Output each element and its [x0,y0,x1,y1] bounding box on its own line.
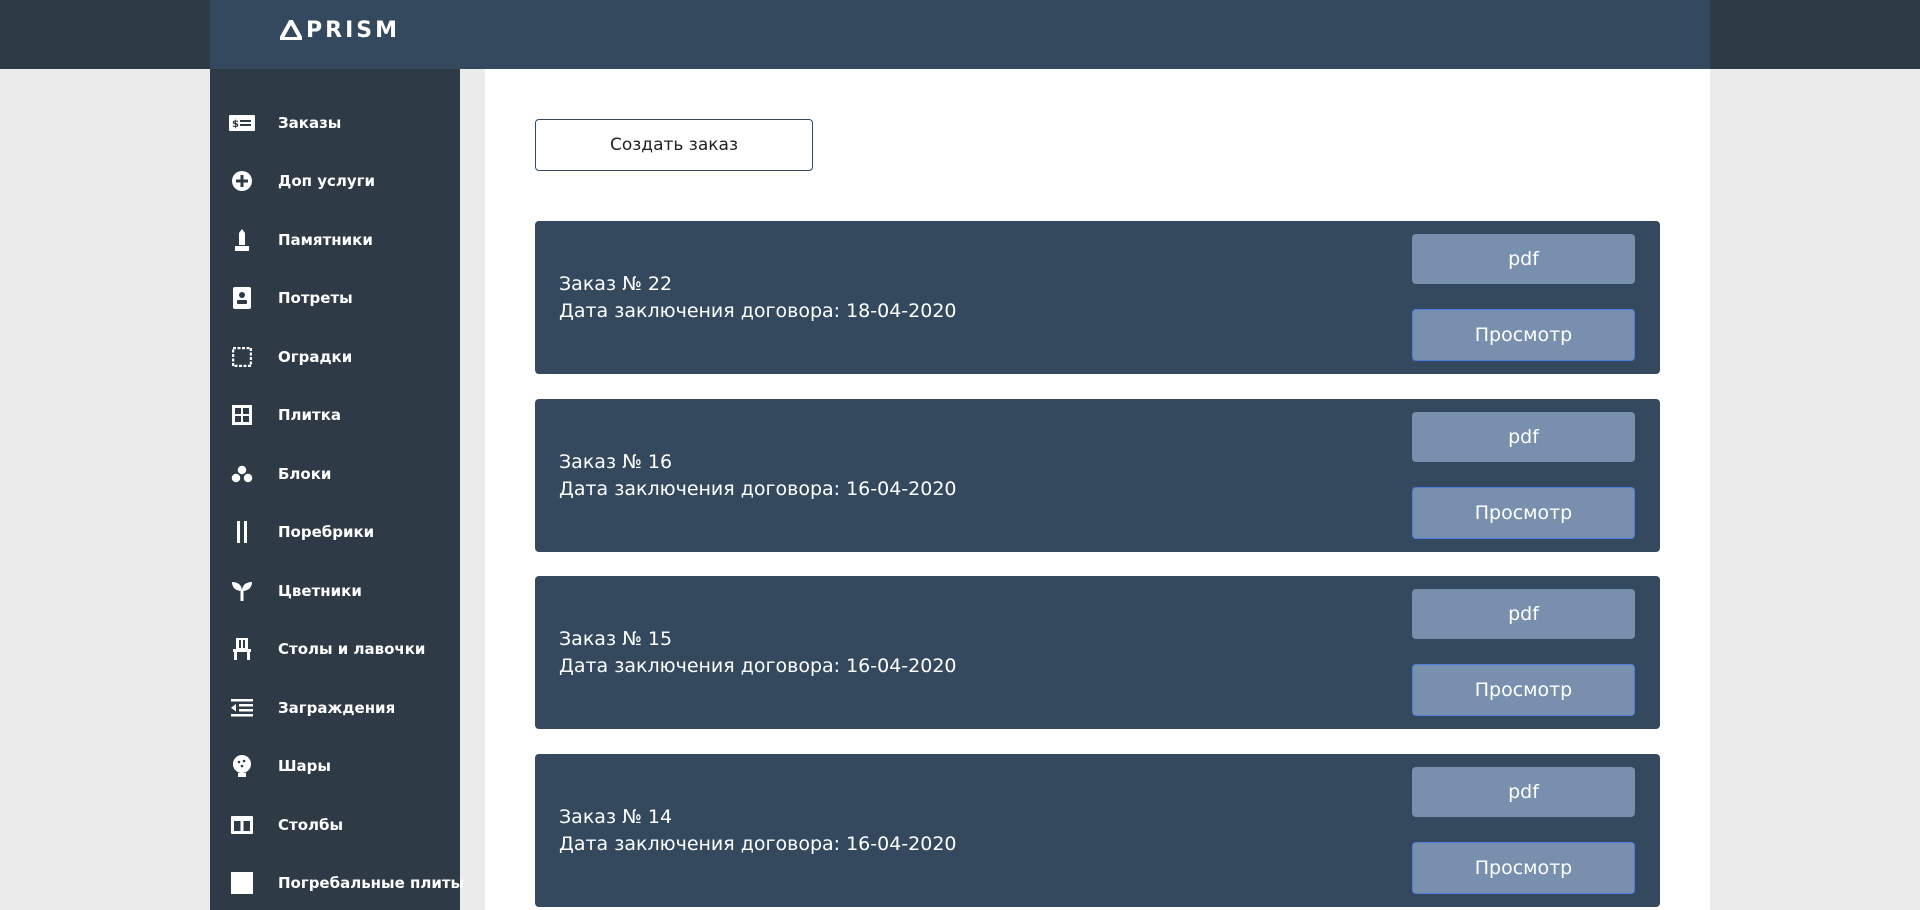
pdf-button[interactable]: pdf [1412,412,1635,462]
sidebar-item-extra-services[interactable]: Доп услуги [210,161,460,201]
order-number: Заказ № 22 [559,273,673,295]
order-card: Заказ № 14 Дата заключения договора: 16-… [535,754,1660,907]
sidebar-item-burial-slabs[interactable]: Погребальные плиты [210,863,464,903]
sidebar: $ Заказы Доп услуги Памятники Потреты Ог… [210,69,464,910]
sidebar-item-balls[interactable]: Шары [210,746,460,786]
order-card: Заказ № 22 Дата заключения договора: 18-… [535,221,1660,374]
order-number: Заказ № 15 [559,628,673,650]
sidebar-item-label: Цветники [278,582,362,600]
logo[interactable]: PRISM [280,17,400,43]
order-card: Заказ № 15 Дата заключения договора: 16-… [535,576,1660,729]
portrait-icon [228,286,256,310]
chair-icon [228,637,256,661]
sidebar-item-barriers[interactable]: Заграждения [210,688,460,728]
sidebar-item-label: Блоки [278,465,332,483]
triangle-logo-icon [280,20,302,40]
barrier-list-icon [228,696,256,720]
main-content: Создать заказ Заказ № 22 Дата заключения… [485,69,1710,910]
sidebar-item-tiles[interactable]: Плитка [210,395,460,435]
plus-circle-icon [228,169,256,193]
order-number: Заказ № 16 [559,451,673,473]
order-date: Дата заключения договора: 16-04-2020 [559,478,957,500]
tile-grid-icon [228,403,256,427]
sprout-icon [228,579,256,603]
sidebar-item-label: Памятники [278,231,373,249]
order-date: Дата заключения договора: 16-04-2020 [559,833,957,855]
fence-frame-icon [228,345,256,369]
order-card: Заказ № 16 Дата заключения договора: 16-… [535,399,1660,552]
sidebar-item-blocks[interactable]: Блоки [210,454,460,494]
logo-text: PRISM [306,17,400,43]
sidebar-item-monuments[interactable]: Памятники [210,220,460,260]
order-date: Дата заключения договора: 16-04-2020 [559,655,957,677]
pillars-icon [228,813,256,837]
sidebar-item-label: Столы и лавочки [278,640,426,658]
sidebar-item-label: Плитка [278,406,342,424]
view-button[interactable]: Просмотр [1412,309,1635,361]
pdf-button[interactable]: pdf [1412,767,1635,817]
pdf-button[interactable]: pdf [1412,589,1635,639]
pdf-button[interactable]: pdf [1412,234,1635,284]
sidebar-item-label: Заграждения [278,699,396,717]
curb-icon [228,520,256,544]
sidebar-item-label: Потреты [278,289,353,307]
sidebar-item-fences[interactable]: Оградки [210,337,460,377]
sidebar-item-label: Погребальные плиты [278,874,465,892]
sidebar-item-label: Оградки [278,348,353,366]
ball-icon [228,754,256,778]
sidebar-item-label: Шары [278,757,331,775]
order-date: Дата заключения договора: 18-04-2020 [559,300,957,322]
sidebar-item-label: Столбы [278,816,344,834]
view-button[interactable]: Просмотр [1412,842,1635,894]
view-button[interactable]: Просмотр [1412,487,1635,539]
header: PRISM [210,0,1710,69]
svg-text:$: $ [232,119,239,130]
view-button[interactable]: Просмотр [1412,664,1635,716]
sidebar-item-curbs[interactable]: Поребрики [210,512,460,552]
sidebar-item-label: Доп услуги [278,172,376,190]
sidebar-item-label: Поребрики [278,523,375,541]
sidebar-item-orders[interactable]: $ Заказы [210,103,460,143]
slab-icon [228,871,256,895]
sidebar-item-flowerbeds[interactable]: Цветники [210,571,460,611]
sidebar-item-portraits[interactable]: Потреты [210,278,460,318]
sidebar-item-pillars[interactable]: Столбы [210,805,460,845]
order-number: Заказ № 14 [559,806,673,828]
sidebar-item-label: Заказы [278,114,342,132]
top-bar: PRISM [0,0,1920,69]
blocks-icon [228,462,256,486]
money-card-icon: $ [228,111,256,135]
sidebar-item-tables-benches[interactable]: Столы и лавочки [210,629,460,669]
monument-icon [228,228,256,252]
create-order-button[interactable]: Создать заказ [535,119,813,171]
